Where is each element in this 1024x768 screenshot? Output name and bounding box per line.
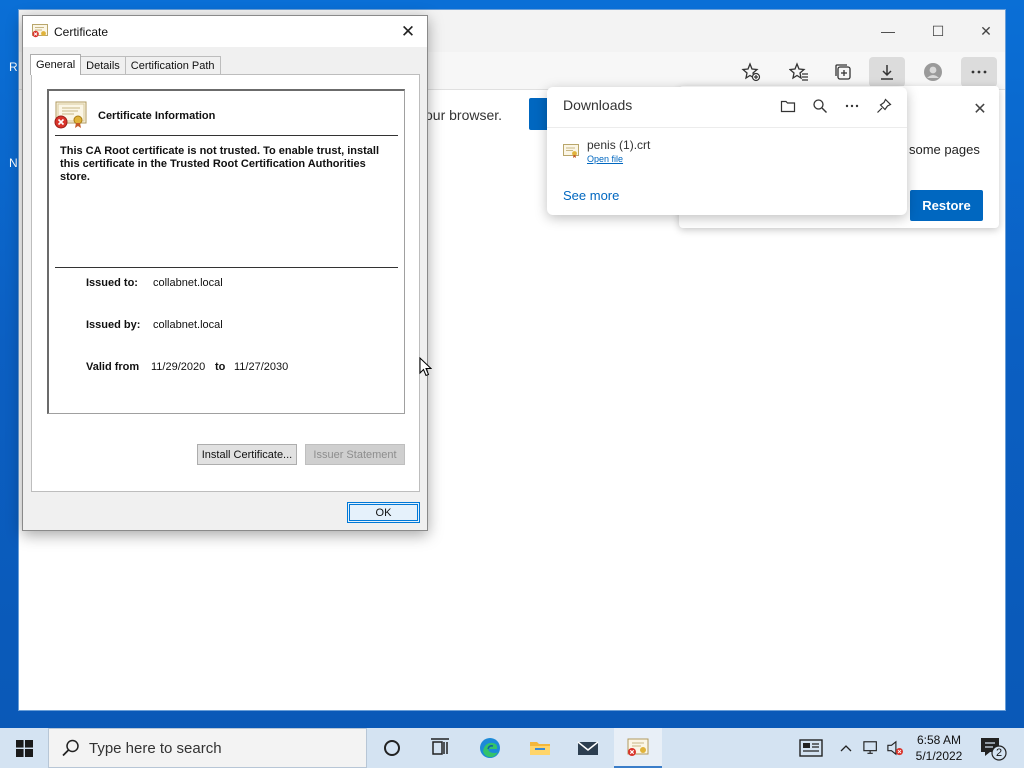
notification-count: 2 — [995, 747, 1003, 759]
clock-time: 6:58 AM — [916, 733, 962, 747]
chevron-up-icon — [840, 745, 852, 752]
certificate-info-box: Certificate Information This CA Root cer… — [47, 89, 405, 414]
see-more-link[interactable]: See more — [563, 188, 619, 203]
issued-by-value: collabnet.local — [153, 319, 223, 331]
taskbar: Type here to search 6:58 AM 5/1/2022 2 — [0, 728, 1024, 768]
action-center-button[interactable]: 2 — [978, 734, 1008, 762]
desktop-icon-label: N — [9, 156, 18, 170]
system-clock[interactable]: 6:58 AM 5/1/2022 — [905, 732, 973, 764]
ok-button[interactable]: OK — [347, 502, 420, 523]
close-icon[interactable]: ✕ — [969, 98, 991, 120]
maximize-button[interactable]: ☐ — [915, 16, 961, 46]
divider — [55, 135, 398, 136]
issued-to-value: collabnet.local — [153, 277, 223, 289]
task-view-icon — [431, 738, 449, 755]
restore-banner-text: some pages — [909, 142, 980, 157]
search-icon[interactable] — [807, 95, 833, 117]
page-text: our browser. — [425, 107, 503, 123]
close-dialog-button[interactable]: ✕ — [395, 21, 421, 43]
taskbar-file-explorer[interactable] — [516, 728, 564, 768]
mail-icon — [577, 741, 599, 755]
untrusted-certificate-icon — [54, 101, 87, 129]
close-window-button[interactable]: ✕ — [963, 16, 1009, 46]
dialog-tabs: General Details Certification Path — [30, 54, 221, 75]
issuer-statement-button: Issuer Statement — [305, 444, 405, 465]
general-tab-panel: Certificate Information This CA Root cer… — [31, 74, 420, 492]
show-hidden-icons-button[interactable] — [836, 728, 856, 768]
windows-logo-icon — [15, 739, 33, 757]
downloads-title: Downloads — [563, 97, 633, 113]
valid-to-label: to — [215, 361, 226, 373]
valid-from-label: Valid from — [86, 361, 140, 373]
more-options-icon[interactable] — [839, 95, 865, 117]
clock-date: 5/1/2022 — [915, 749, 963, 763]
folder-icon — [530, 742, 550, 755]
dialog-title: Certificate — [54, 25, 109, 39]
news-icon — [799, 739, 823, 757]
volume-muted-icon — [887, 740, 903, 756]
favorite-add-icon[interactable] — [733, 57, 769, 87]
taskbar-certificate-window[interactable] — [614, 728, 662, 768]
edge-browser-icon — [480, 738, 500, 758]
taskbar-mail[interactable] — [564, 728, 612, 768]
search-icon — [62, 739, 79, 757]
certificate-file-icon — [563, 144, 579, 158]
tab-details[interactable]: Details — [80, 56, 126, 75]
taskbar-search-box[interactable]: Type here to search — [48, 728, 367, 768]
divider — [547, 127, 907, 128]
download-file-name[interactable]: penis (1).crt — [587, 138, 650, 152]
restore-button[interactable]: Restore — [910, 190, 983, 221]
minimize-button[interactable]: — — [865, 16, 911, 46]
open-file-link[interactable]: Open file — [587, 154, 623, 164]
desktop-icon-label: R — [9, 60, 18, 74]
network-icon — [863, 741, 877, 754]
divider — [55, 267, 398, 268]
trust-warning-text: This CA Root certificate is not trusted.… — [60, 145, 380, 183]
cortana-button[interactable] — [368, 728, 416, 768]
issued-by-label: Issued by: — [86, 319, 141, 331]
tab-general[interactable]: General — [30, 54, 82, 75]
news-widget-button[interactable] — [794, 728, 828, 768]
tab-certification-path[interactable]: Certification Path — [124, 56, 221, 75]
certificate-info-title: Certificate Information — [98, 110, 216, 122]
profile-icon[interactable] — [915, 57, 951, 87]
cortana-icon — [384, 740, 400, 756]
network-tray-button[interactable] — [860, 728, 882, 768]
open-folder-icon[interactable] — [775, 95, 801, 117]
certificate-icon — [32, 24, 48, 38]
install-certificate-button[interactable]: Install Certificate... — [197, 444, 297, 465]
issued-to-label: Issued to: — [86, 277, 138, 289]
page-button-edge[interactable] — [529, 98, 549, 130]
favorites-icon[interactable] — [781, 57, 817, 87]
pin-icon[interactable] — [871, 95, 897, 117]
valid-to-value: 11/27/2030 — [234, 361, 289, 373]
volume-tray-button[interactable] — [884, 728, 906, 768]
downloads-icon[interactable] — [869, 57, 905, 87]
search-placeholder: Type here to search — [89, 739, 222, 757]
downloads-flyout: Downloads penis (1).crt Open file See mo… — [547, 87, 907, 215]
start-button[interactable] — [0, 728, 48, 768]
taskbar-edge[interactable] — [466, 728, 514, 768]
certificate-dialog: Certificate ✕ General Details Certificat… — [22, 15, 428, 531]
task-view-button[interactable] — [416, 728, 464, 768]
more-icon[interactable] — [961, 57, 997, 87]
collections-icon[interactable] — [825, 57, 861, 87]
certificate-icon — [627, 738, 649, 756]
mouse-cursor-icon — [419, 357, 432, 377]
valid-from-value: 11/29/2020 — [151, 361, 206, 373]
